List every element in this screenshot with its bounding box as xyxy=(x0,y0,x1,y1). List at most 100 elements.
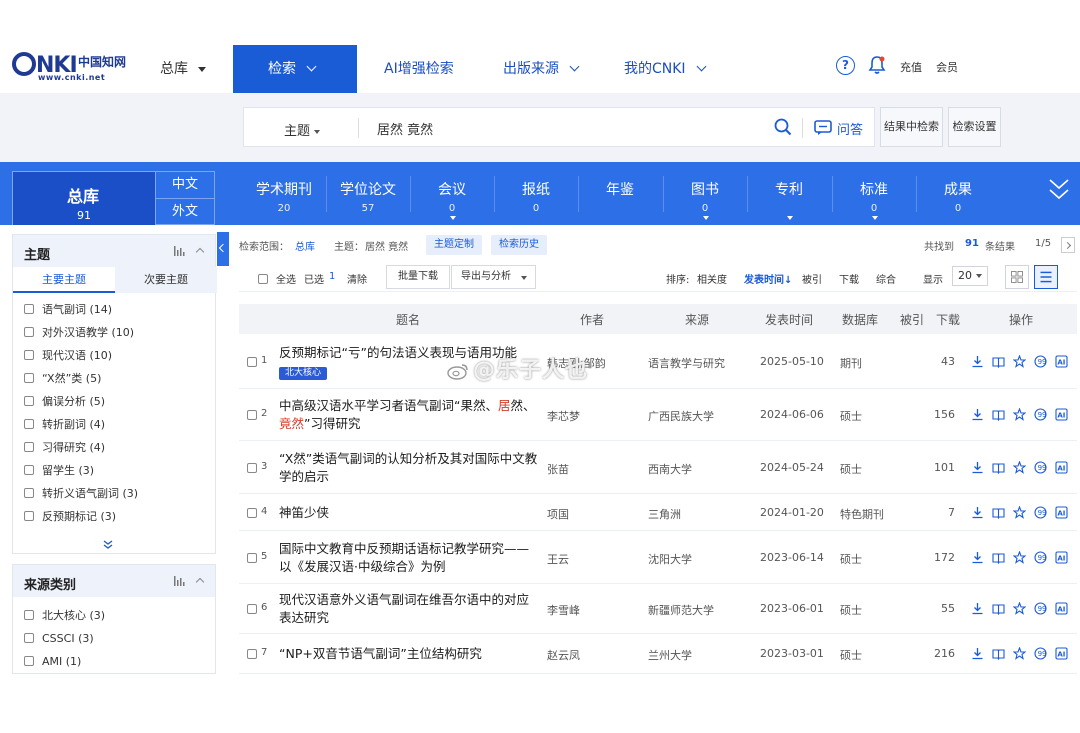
table-row[interactable]: 5 国际中文教育中反预期话语标记教学研究——以《发展汉语·中级综合》为例 王云 沈阳大… xyxy=(239,531,1077,584)
ai-icon[interactable]: AI xyxy=(1055,506,1068,519)
download-icon[interactable] xyxy=(971,461,984,474)
ai-icon[interactable]: AI xyxy=(1055,602,1068,615)
clear-selection-button[interactable]: 清除 xyxy=(347,271,367,286)
category-journal[interactable]: 学术期刊 20 xyxy=(242,179,326,214)
sort-cited[interactable]: 被引 xyxy=(802,271,822,286)
recharge-link[interactable]: 充值 xyxy=(900,59,922,75)
table-row[interactable]: 7 “NP+双音节语气副词”主位结构研究 赵云凤 兰州大学 2023-03-01 硕士 21… xyxy=(239,634,1077,674)
source-link[interactable]: 兰州大学 xyxy=(648,647,692,663)
grid-view-icon[interactable] xyxy=(1005,265,1029,289)
download-icon[interactable] xyxy=(971,355,984,368)
table-row[interactable]: 1 反预期标记“亏”的句法语义表现与语用功能 北大核心 韩志刚;邹韵 语言教学与研究 20… xyxy=(239,334,1077,389)
checkbox[interactable] xyxy=(24,656,34,666)
source-link[interactable]: 三角洲 xyxy=(648,506,681,522)
help-icon[interactable]: ? xyxy=(836,56,855,75)
category-thesis[interactable]: 学位论文 57 xyxy=(326,179,410,214)
category-book[interactable]: 图书 0 xyxy=(663,179,747,214)
source-link[interactable]: 沈阳大学 xyxy=(648,551,692,567)
author-link[interactable]: 王云 xyxy=(547,551,569,567)
download-icon[interactable] xyxy=(971,647,984,660)
topic-filter-item[interactable]: 转折义语气副词 (3) xyxy=(24,486,138,502)
checkbox[interactable] xyxy=(24,419,34,429)
quote-icon[interactable]: 99 xyxy=(1034,647,1047,660)
download-icon[interactable] xyxy=(971,602,984,615)
next-page-button[interactable] xyxy=(1061,237,1075,253)
sort-downloads[interactable]: 下载 xyxy=(839,271,859,286)
search-field-select[interactable]: 主题 xyxy=(284,120,321,139)
chat-icon[interactable] xyxy=(814,120,832,136)
source-link[interactable]: 新疆师范大学 xyxy=(648,602,714,618)
quote-icon[interactable]: 99 xyxy=(1034,408,1047,421)
result-title-link[interactable]: “NP+双音节语气副词”主位结构研究 xyxy=(279,645,541,663)
category-conference[interactable]: 会议 0 xyxy=(410,179,494,214)
favorite-icon[interactable] xyxy=(1013,355,1026,368)
checkbox[interactable] xyxy=(24,442,34,452)
category-newspaper[interactable]: 报纸 0 xyxy=(494,179,578,214)
source-link[interactable]: 语言教学与研究 xyxy=(648,355,725,371)
tab-main-topic[interactable]: 主要主题 xyxy=(13,267,115,293)
source-filter-item[interactable]: CSSCI (3) xyxy=(24,631,94,647)
result-title-link[interactable]: 神笛少侠 xyxy=(279,504,541,522)
author-link[interactable]: 赵云凤 xyxy=(547,647,580,663)
ai-icon[interactable]: AI xyxy=(1055,551,1068,564)
category-achievement[interactable]: 成果 0 xyxy=(916,179,1000,214)
category-standard[interactable]: 标准 0 xyxy=(832,179,916,214)
table-row[interactable]: 3 “X然”类语气副词的认知分析及其对国际中文教学的启示 张苗 西南大学 2024-05… xyxy=(239,441,1077,494)
category-all[interactable]: 总库 91 xyxy=(12,171,156,225)
search-history-button[interactable]: 检索历史 xyxy=(491,235,547,255)
ai-icon[interactable]: AI xyxy=(1055,355,1068,368)
checkbox[interactable] xyxy=(24,304,34,314)
checkbox[interactable] xyxy=(24,327,34,337)
quote-icon[interactable]: 99 xyxy=(1034,506,1047,519)
category-patent[interactable]: 专利 xyxy=(747,179,831,203)
language-foreign-tab[interactable]: 外文 xyxy=(155,198,215,225)
checkbox[interactable] xyxy=(24,396,34,406)
sort-composite[interactable]: 综合 xyxy=(876,271,896,286)
favorite-icon[interactable] xyxy=(1013,506,1026,519)
expand-categories-icon[interactable] xyxy=(1048,176,1070,206)
show-more-icon[interactable] xyxy=(103,540,113,550)
table-row[interactable]: 4 神笛少侠 项国 三角洲 2024-01-20 特色期刊 7 99 AI xyxy=(239,494,1077,531)
favorite-icon[interactable] xyxy=(1013,647,1026,660)
row-checkbox[interactable] xyxy=(247,357,257,367)
checkbox[interactable] xyxy=(24,350,34,360)
collapse-icon[interactable] xyxy=(195,577,205,587)
result-title-link[interactable]: 国际中文教育中反预期话语标记教学研究——以《发展汉语·中级综合》为例 xyxy=(279,540,541,576)
favorite-icon[interactable] xyxy=(1013,551,1026,564)
cnki-logo[interactable]: NKI 中国知网 www.cnki.net xyxy=(12,51,132,82)
read-icon[interactable] xyxy=(992,461,1005,474)
nav-search[interactable]: 检索 xyxy=(233,45,357,93)
select-all[interactable]: 全选 xyxy=(258,271,296,286)
result-title-link[interactable]: “X然”类语气副词的认知分析及其对国际中文教学的启示 xyxy=(279,450,541,486)
quote-icon[interactable]: 99 xyxy=(1034,602,1047,615)
page-size-select[interactable]: 20 xyxy=(952,266,988,286)
source-filter-item[interactable]: AMI (1) xyxy=(24,654,81,670)
topic-filter-item[interactable]: 对外汉语教学 (10) xyxy=(24,325,134,341)
tab-secondary-topic[interactable]: 次要主题 xyxy=(115,267,217,293)
result-title-link[interactable]: 中高级汉语水平学习者语气副词“果然、居然、竟然”习得研究 xyxy=(279,397,541,433)
sort-relevance[interactable]: 相关度 xyxy=(697,271,727,286)
table-row[interactable]: 6 现代汉语意外义语气副词在维吾尔语中的对应表达研究 李雪峰 新疆师范大学 2023-0… xyxy=(239,584,1077,634)
row-checkbox[interactable] xyxy=(247,604,257,614)
sort-date[interactable]: 发表时间↓ xyxy=(744,271,792,286)
quote-icon[interactable]: 99 xyxy=(1034,551,1047,564)
collapse-sidebar-button[interactable] xyxy=(217,232,229,266)
nav-ai-search[interactable]: AI增强检索 xyxy=(384,58,454,78)
row-checkbox[interactable] xyxy=(247,463,257,473)
read-icon[interactable] xyxy=(992,506,1005,519)
nav-publication-source[interactable]: 出版来源 xyxy=(503,58,580,78)
source-filter-item[interactable]: 北大核心 (3) xyxy=(24,608,105,624)
ai-icon[interactable]: AI xyxy=(1055,408,1068,421)
download-icon[interactable] xyxy=(971,506,984,519)
checkbox[interactable] xyxy=(24,633,34,643)
topic-filter-item[interactable]: 反预期标记 (3) xyxy=(24,509,116,525)
row-checkbox[interactable] xyxy=(247,410,257,420)
quote-icon[interactable]: 99 xyxy=(1034,355,1047,368)
bar-chart-icon[interactable] xyxy=(174,576,185,586)
topic-filter-item[interactable]: 现代汉语 (10) xyxy=(24,348,112,364)
read-icon[interactable] xyxy=(992,355,1005,368)
nav-my-cnki[interactable]: 我的CNKI xyxy=(624,58,707,78)
row-checkbox[interactable] xyxy=(247,649,257,659)
favorite-icon[interactable] xyxy=(1013,461,1026,474)
read-icon[interactable] xyxy=(992,551,1005,564)
